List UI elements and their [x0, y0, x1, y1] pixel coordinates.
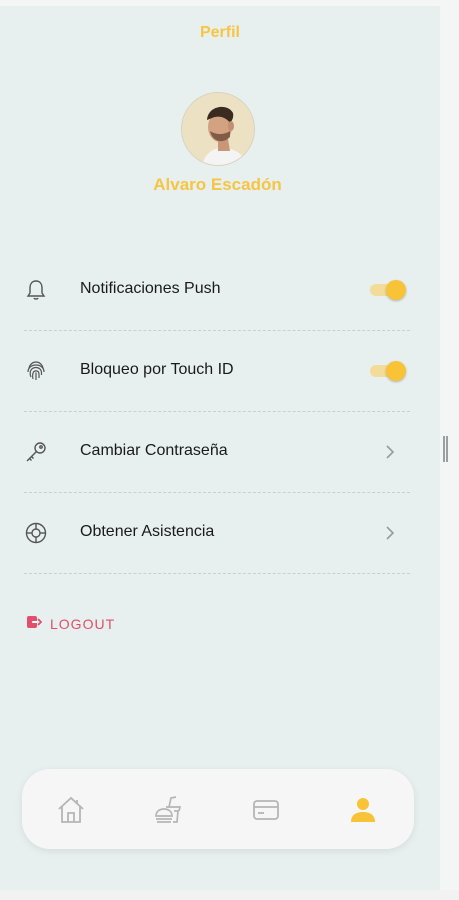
menu-item-get-support[interactable]: Obtener Asistencia [24, 493, 410, 574]
avatar-image [182, 93, 254, 165]
bell-icon [24, 278, 48, 302]
menu-item-push-notifications[interactable]: Notificaciones Push [24, 250, 410, 331]
nav-home-button[interactable] [55, 794, 87, 826]
profile-screen: Perfil Alvaro Escadón Notificaciones Pus… [0, 6, 440, 890]
logout-label: LOGOUT [50, 616, 116, 632]
menu-item-label: Notificaciones Push [80, 280, 221, 297]
nav-profile-button[interactable] [347, 794, 379, 826]
nav-food-button[interactable] [152, 794, 184, 826]
resize-handle[interactable] [443, 436, 448, 462]
menu-item-touch-id[interactable]: Bloqueo por Touch ID [24, 331, 410, 412]
toggle-knob [386, 361, 406, 381]
bottom-navigation [22, 769, 414, 849]
home-icon [58, 796, 84, 823]
touch-id-toggle[interactable] [370, 361, 406, 381]
avatar[interactable] [182, 93, 254, 165]
lifebuoy-icon [24, 521, 48, 545]
logout-button[interactable]: LOGOUT [26, 614, 115, 634]
user-icon [351, 798, 375, 822]
chevron-right-icon [384, 525, 396, 541]
menu-item-change-password[interactable]: Cambiar Contraseña [24, 412, 410, 493]
card-icon [253, 800, 279, 820]
settings-menu: Notificaciones Push Bloqueo por Touch ID [24, 250, 410, 574]
page-title: Perfil [199, 24, 240, 41]
push-notifications-toggle[interactable] [370, 280, 406, 300]
food-icon [155, 796, 182, 823]
menu-item-label: Bloqueo por Touch ID [80, 361, 234, 378]
fingerprint-icon [24, 359, 48, 383]
menu-item-label: Cambiar Contraseña [80, 442, 228, 459]
window-bottom-edge [0, 890, 459, 900]
menu-item-label: Obtener Asistencia [80, 523, 215, 540]
toggle-knob [386, 280, 406, 300]
profile-name: Alvaro Escadón [153, 175, 282, 194]
chevron-right-icon [384, 444, 396, 460]
nav-card-button[interactable] [250, 794, 282, 826]
key-icon [24, 440, 48, 464]
logout-icon [26, 614, 43, 635]
